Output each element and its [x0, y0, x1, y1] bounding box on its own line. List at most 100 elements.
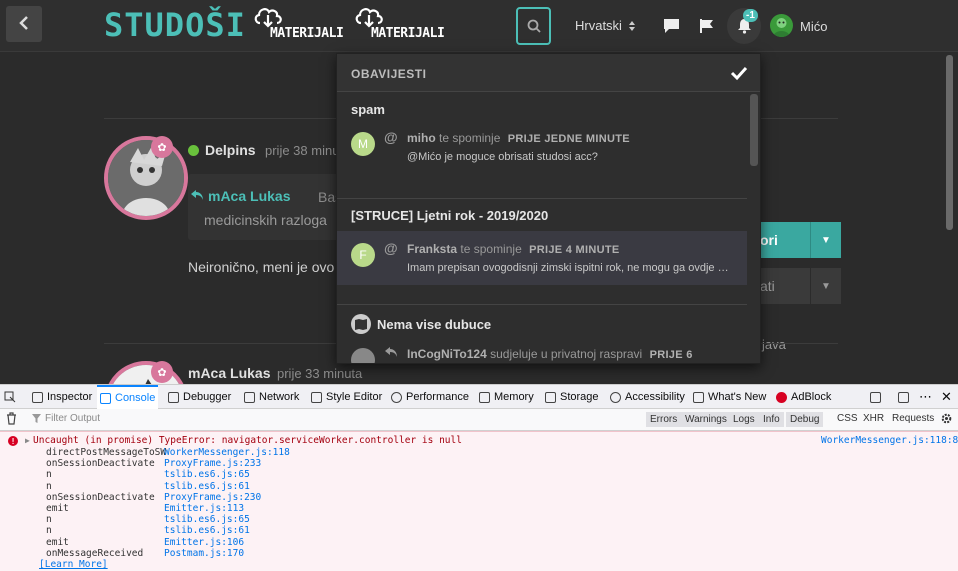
post-author[interactable]: mAca Lukas: [188, 365, 270, 381]
tab-style-editor[interactable]: Style Editor: [311, 385, 382, 409]
post-author[interactable]: Delpins: [205, 142, 256, 158]
stack-location-link[interactable]: tslib.es6.js:65: [164, 469, 250, 480]
error-source-link[interactable]: WorkerMessenger.js:118:8: [821, 435, 958, 446]
tab-adblock[interactable]: AdBlock: [776, 385, 831, 409]
stack-location-link[interactable]: Emitter.js:113: [164, 503, 244, 514]
post-timestamp[interactable]: prije 38 minuta: [265, 143, 337, 158]
notifications-dropdown: OBAVIJESTI spam M @ miho te spominje PRI…: [336, 53, 761, 364]
map-icon: [351, 314, 371, 334]
pick-element-button[interactable]: [4, 385, 16, 409]
performance-icon: [391, 391, 402, 403]
tab-console[interactable]: Console: [97, 385, 159, 409]
post-timestamp[interactable]: prije 33 minuta: [277, 366, 362, 381]
notification-action: te spominje: [460, 242, 522, 256]
notification-item[interactable]: M @ miho te spominje PRIJE JEDNE MINUTE …: [337, 120, 747, 174]
filter-xhr[interactable]: XHR: [863, 413, 884, 424]
more-icon: ⋯: [919, 389, 932, 404]
filter-warnings[interactable]: Warnings: [681, 412, 731, 427]
notification-action: sudjeluje u privatnoj raspravi: [490, 347, 643, 361]
tab-accessibility[interactable]: Accessibility: [610, 385, 685, 409]
notification-action: te spominje: [439, 131, 501, 145]
clear-console-button[interactable]: [6, 412, 17, 430]
close-devtools-button[interactable]: ✕: [941, 385, 952, 409]
tab-memory[interactable]: Memory: [479, 385, 534, 409]
devtools-panel: Inspector Console Debugger Network Style…: [0, 384, 958, 571]
stack-location-link[interactable]: tslib.es6.js:65: [164, 514, 250, 525]
responsive-mode-button[interactable]: [870, 385, 881, 409]
watch-dropdown-toggle[interactable]: ▼: [810, 268, 841, 304]
page-scrollbar[interactable]: [946, 55, 953, 230]
tab-debugger[interactable]: Debugger: [168, 385, 231, 409]
mark-all-read-check-icon[interactable]: [729, 63, 749, 83]
notification-group-title[interactable]: Nema vise dubuce: [351, 314, 491, 334]
tab-network[interactable]: Network: [244, 385, 299, 409]
tab-label: Storage: [560, 391, 599, 403]
dock-button[interactable]: [898, 385, 909, 409]
stack-function: directPostMessageToSW: [46, 447, 167, 458]
tab-label: Console: [115, 392, 156, 404]
filter-debug[interactable]: Debug: [786, 412, 824, 427]
notifications-scrollbar[interactable]: [750, 94, 758, 166]
stack-location-link[interactable]: WorkerMessenger.js:118: [164, 447, 290, 458]
quote-author[interactable]: mAca Lukas: [208, 188, 290, 204]
stack-location-link[interactable]: Emitter.js:106: [164, 537, 244, 548]
devtools-tabbar: Inspector Console Debugger Network Style…: [0, 385, 958, 409]
stack-function: n: [46, 480, 52, 492]
filter-css[interactable]: CSS: [837, 413, 858, 424]
stack-frame: onMessageReceived Postmam.js:170: [46, 548, 244, 559]
chat-button[interactable]: [661, 16, 681, 36]
notification-summary: InCogNiTo124 sudjeluje u privatnoj raspr…: [407, 347, 693, 361]
stack-frame: n tslib.es6.js:61: [46, 525, 250, 537]
learn-more-link[interactable]: [Learn More]: [39, 559, 108, 570]
reply-dropdown-toggle[interactable]: ▼: [810, 222, 841, 258]
notification-item[interactable]: F @ Franksta te spominje PRIJE 4 MINUTE …: [337, 231, 747, 285]
watch-button[interactable]: ati: [760, 268, 810, 304]
cloud-download-icon: [254, 8, 282, 28]
filter-requests[interactable]: Requests: [892, 413, 934, 424]
tab-inspector[interactable]: Inspector: [32, 385, 92, 409]
notification-group-title[interactable]: [STRUCE] Ljetni rok - 2019/2020: [351, 208, 548, 223]
language-selector[interactable]: Hrvatski: [575, 18, 636, 33]
stack-frame: emit Emitter.js:113: [46, 503, 244, 514]
console-icon: [100, 392, 111, 404]
notification-summary: Franksta te spominje PRIJE 4 MINUTE: [407, 242, 619, 256]
tab-storage[interactable]: Storage: [545, 385, 599, 409]
filter-errors[interactable]: Errors: [646, 412, 682, 427]
filter-input[interactable]: Filter Output: [32, 413, 100, 424]
site-logo[interactable]: STUDOŠI: [104, 6, 246, 44]
notification-time: PRIJE 6: [649, 349, 693, 361]
notification-group-title[interactable]: spam: [351, 102, 385, 117]
back-button[interactable]: [6, 6, 42, 42]
search-button[interactable]: [516, 7, 551, 45]
at-mention-icon: @: [384, 129, 398, 145]
stack-frame: n tslib.es6.js:65: [46, 514, 250, 525]
reply-button[interactable]: ori: [760, 222, 810, 258]
flag-button[interactable]: [697, 16, 717, 36]
stack-location-link[interactable]: ProxyFrame.js:230: [164, 492, 261, 503]
error-text: Uncaught (in promise) TypeError: navigat…: [33, 435, 462, 446]
stack-function: n: [46, 525, 52, 537]
user-name[interactable]: Mićo: [800, 19, 827, 34]
user-avatar[interactable]: [770, 14, 793, 37]
paw-icon: ✿: [151, 361, 173, 383]
filter-logs[interactable]: Logs: [729, 412, 759, 427]
tab-performance[interactable]: Performance: [391, 385, 469, 409]
stack-location-link[interactable]: ProxyFrame.js:233: [164, 458, 261, 469]
stack-function: onSessionDeactivate: [46, 491, 155, 503]
memory-icon: [479, 391, 490, 403]
notification-avatar: M: [351, 132, 375, 156]
caret-down-icon: ▼: [821, 280, 831, 292]
notifications-title: OBAVIJESTI: [351, 67, 427, 81]
console-settings-button[interactable]: [940, 412, 953, 430]
post-body: Neironično, meni je ovo: [188, 259, 335, 275]
stack-location-link[interactable]: Postmam.js:170: [164, 548, 244, 559]
stack-location-link[interactable]: tslib.es6.js:61: [164, 481, 250, 492]
stack-location-link[interactable]: tslib.es6.js:61: [164, 525, 250, 536]
tab-whats-new[interactable]: What's New: [693, 385, 766, 409]
post-avatar-delpins[interactable]: [104, 136, 188, 220]
tab-label: Memory: [494, 391, 534, 403]
expand-triangle-icon[interactable]: ▶: [25, 436, 30, 445]
more-options-button[interactable]: ⋯: [919, 385, 932, 409]
notification-item[interactable]: InCogNiTo124 sudjeluje u privatnoj raspr…: [337, 336, 747, 363]
filter-info[interactable]: Info: [759, 412, 784, 427]
